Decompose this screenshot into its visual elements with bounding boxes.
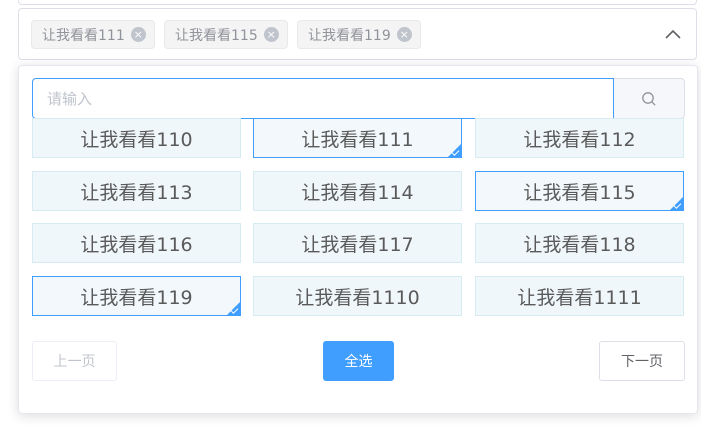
close-icon[interactable]: × (263, 27, 279, 42)
option-item[interactable]: 让我看看114 (253, 171, 462, 211)
option-label: 让我看看119 (80, 286, 193, 309)
multi-select[interactable]: 让我看看111 × 让我看看115 × 让我看看119 × (18, 8, 697, 60)
chevron-up-icon[interactable] (664, 27, 682, 41)
option-label: 让我看看113 (80, 181, 193, 204)
option-label: 让我看看117 (301, 233, 414, 256)
prev-page-button[interactable]: 上一页 (32, 341, 117, 381)
option-item[interactable]: 让我看看111 (253, 118, 462, 158)
option-item[interactable]: 让我看看112 (475, 118, 684, 158)
previous-field-edge (18, 0, 697, 5)
option-item[interactable]: 让我看看115 (475, 171, 684, 211)
option-item[interactable]: 让我看看117 (253, 223, 462, 263)
option-label: 让我看看112 (523, 128, 636, 151)
option-label: 让我看看115 (523, 181, 636, 204)
option-item[interactable]: 让我看看113 (32, 171, 241, 211)
option-label: 让我看看114 (301, 181, 414, 204)
option-label: 让我看看1110 (295, 286, 420, 309)
selected-tag: 让我看看119 × (297, 20, 421, 49)
option-item[interactable]: 让我看看119 (32, 276, 241, 316)
option-label: 让我看看110 (80, 128, 193, 151)
selected-tag: 让我看看111 × (31, 20, 155, 49)
tag-label: 让我看看119 (308, 27, 391, 44)
close-icon[interactable]: × (130, 27, 146, 42)
option-item[interactable]: 让我看看116 (32, 223, 241, 263)
option-item[interactable]: 让我看看1111 (475, 276, 684, 316)
option-label: 让我看看111 (301, 128, 414, 151)
select-all-button[interactable]: 全选 (323, 341, 394, 381)
option-label: 让我看看116 (80, 233, 193, 256)
search-bar (32, 78, 685, 119)
option-item[interactable]: 让我看看1110 (253, 276, 462, 316)
close-icon[interactable]: × (396, 27, 412, 42)
selected-tag: 让我看看115 × (164, 20, 288, 49)
option-label: 让我看看118 (523, 233, 636, 256)
tag-label: 让我看看111 (42, 27, 125, 44)
dropdown-panel: 让我看看110 让我看看111 让我看看112 让我看看113 让我看看114 … (18, 65, 698, 414)
search-button[interactable] (614, 79, 684, 118)
option-label: 让我看看1111 (517, 286, 642, 309)
option-item[interactable]: 让我看看110 (32, 118, 241, 158)
search-input[interactable] (32, 78, 614, 119)
option-item[interactable]: 让我看看118 (475, 223, 684, 263)
next-page-button[interactable]: 下一页 (599, 341, 685, 381)
search-icon (642, 91, 656, 106)
tag-label: 让我看看115 (175, 27, 258, 44)
